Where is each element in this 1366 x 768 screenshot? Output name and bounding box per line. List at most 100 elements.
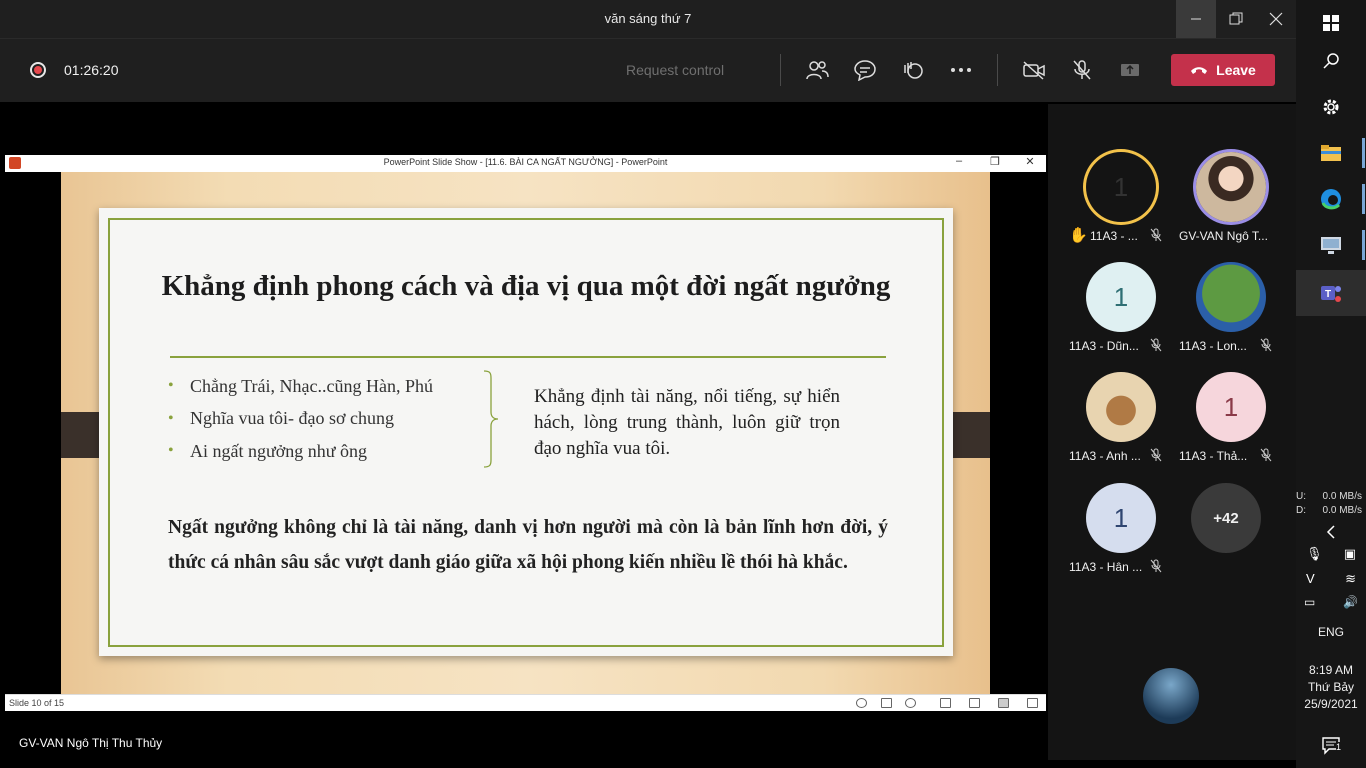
slide-frame: Khẳng định phong cách và địa vị qua một … (108, 218, 944, 647)
avatar-initial: 1 (1223, 391, 1239, 422)
divider (997, 54, 998, 86)
mic-off-icon (1260, 338, 1272, 352)
more-participants-button[interactable]: +42 (1191, 483, 1261, 553)
chat-icon (854, 60, 876, 81)
chevron-left-icon (1326, 525, 1335, 539)
bullet-item: • Ai ngất ngưởng như ông (168, 435, 433, 468)
file-explorer-app[interactable] (1296, 130, 1366, 176)
camera-off-icon (1023, 61, 1045, 80)
monitor-icon (1321, 237, 1341, 254)
prev-slide-icon[interactable] (856, 698, 867, 708)
title-bar: văn sáng thứ 7 (0, 0, 1296, 38)
bullet-text: Chẳng Trái, Nhạc..cũng Hàn, Phú (190, 375, 433, 396)
participant-name: GV-VAN Ngô T... (1179, 229, 1268, 243)
mic-off-icon (1150, 338, 1162, 352)
reactions-button[interactable] (900, 57, 926, 83)
ppt-window-title: PowerPoint Slide Show - [11.6. BÀI CA NG… (383, 157, 668, 167)
notification-center-button[interactable]: 1 (1296, 722, 1366, 768)
bullet-item: • Nghĩa vua tôi- đạo sơ chung (168, 403, 433, 436)
participant-tile[interactable]: 11A3 - Anh ... (1069, 366, 1179, 476)
divider (780, 54, 781, 86)
notes-icon[interactable] (881, 698, 892, 708)
participant-name: 11A3 - Lon... (1179, 339, 1247, 353)
download-label: D: (1296, 505, 1306, 516)
mic-off-icon (1073, 60, 1091, 80)
mic-off-icon (1260, 448, 1272, 462)
avatar: 1 (1086, 152, 1156, 222)
bullet-dot-icon: • (168, 409, 174, 427)
tray-icons-row: ▭ 🔊 (1304, 595, 1358, 609)
clock-time[interactable]: 8:19 AM (1296, 663, 1366, 677)
more-actions-button[interactable] (948, 57, 974, 83)
participant-name: 11A3 - Anh ... (1069, 449, 1141, 463)
edge-icon (1321, 189, 1341, 210)
slide-card: Khẳng định phong cách và địa vị qua một … (99, 208, 953, 656)
ppt-minimize-icon[interactable]: – (949, 155, 969, 167)
battery-icon[interactable]: ▭ (1304, 595, 1315, 609)
bullet-list: • Chẳng Trái, Nhạc..cũng Hàn, Phú • Nghĩa … (168, 370, 433, 468)
remote-desktop-app[interactable] (1296, 222, 1366, 268)
raised-hand-icon: ✋ (1069, 227, 1088, 244)
right-brace-icon (483, 370, 499, 468)
next-slide-icon[interactable] (905, 698, 916, 708)
normal-view-icon[interactable] (940, 698, 951, 708)
edge-app[interactable] (1296, 176, 1366, 222)
brace-explanation: Khẳng định tài năng, nổi tiếng, sự hiển … (534, 386, 840, 459)
avatar: 1 (1086, 483, 1156, 553)
download-speed: 0.0 MB/s (1322, 505, 1362, 516)
bullet-dot-icon: • (168, 377, 174, 395)
wifi-icon[interactable]: ≋ (1345, 571, 1356, 587)
participants-button[interactable] (804, 57, 830, 83)
camera-toggle-button[interactable] (1021, 57, 1047, 83)
participant-tile[interactable]: 11A3 - Lon... (1179, 256, 1289, 366)
chat-button[interactable] (852, 57, 878, 83)
avatar-photo (1086, 372, 1156, 442)
recording-icon (30, 62, 46, 78)
participant-tile[interactable]: 1 11A3 - Dũn... (1069, 256, 1179, 366)
participant-tile[interactable]: GV-VAN Ngô T... (1179, 146, 1289, 256)
volume-icon[interactable]: 🔊 (1343, 595, 1358, 609)
participant-tile[interactable]: 1 11A3 - Hân ... (1069, 477, 1179, 587)
search-button[interactable] (1296, 38, 1366, 84)
ppt-close-icon[interactable]: ✕ (1020, 155, 1040, 168)
clock-day: Thứ Bảy (1307, 680, 1355, 694)
reading-view-icon[interactable] (998, 698, 1009, 708)
share-button[interactable] (1117, 57, 1143, 83)
leave-button[interactable]: Leave (1171, 54, 1275, 86)
avatar-initial: 1 (1113, 171, 1129, 202)
mic-toggle-button[interactable] (1069, 57, 1095, 83)
avatar-initial: 1 (1113, 281, 1129, 312)
participant-tile[interactable]: 1 11A3 - Thả... (1179, 366, 1289, 476)
close-icon (1269, 12, 1283, 26)
slide: Khẳng định phong cách và địa vị qua một … (61, 172, 990, 694)
self-video-avatar[interactable] (1143, 668, 1199, 724)
bullet-dot-icon: • (168, 442, 174, 460)
microphone-icon[interactable]: 🎙 (1306, 546, 1323, 562)
raise-hand-icon (904, 62, 923, 79)
avatar: 1 (1086, 262, 1156, 332)
teams-app[interactable]: T (1296, 270, 1366, 316)
slide-sorter-icon[interactable] (969, 698, 980, 708)
minimize-button[interactable] (1176, 0, 1216, 38)
avatar-initial: 1 (1113, 502, 1129, 533)
ppt-restore-icon[interactable]: ❐ (985, 155, 1005, 168)
search-icon (1323, 53, 1339, 69)
vpn-icon[interactable]: V (1306, 571, 1315, 587)
participant-tile[interactable]: 1 ✋ 11A3 - ... (1069, 146, 1179, 256)
mic-off-icon (1150, 559, 1162, 573)
avatar: 1 (1196, 372, 1266, 442)
meeting-toolbar: 01:26:20 Request control Leave (0, 38, 1296, 102)
participant-name: 11A3 - Dũn... (1069, 339, 1139, 353)
people-icon (806, 61, 829, 80)
display-icon[interactable]: ▣ (1344, 546, 1356, 562)
phone-hangup-icon (1191, 67, 1208, 74)
close-button[interactable] (1256, 0, 1296, 38)
request-control-button[interactable]: Request control (626, 62, 724, 78)
settings-app[interactable] (1296, 84, 1366, 130)
language-indicator[interactable]: ENG (1296, 625, 1366, 639)
slideshow-icon[interactable] (1027, 698, 1038, 708)
folder-icon (1321, 145, 1341, 161)
tray-overflow-button[interactable] (1296, 518, 1366, 546)
restore-button[interactable] (1216, 0, 1256, 38)
avatar-photo (1196, 152, 1266, 222)
